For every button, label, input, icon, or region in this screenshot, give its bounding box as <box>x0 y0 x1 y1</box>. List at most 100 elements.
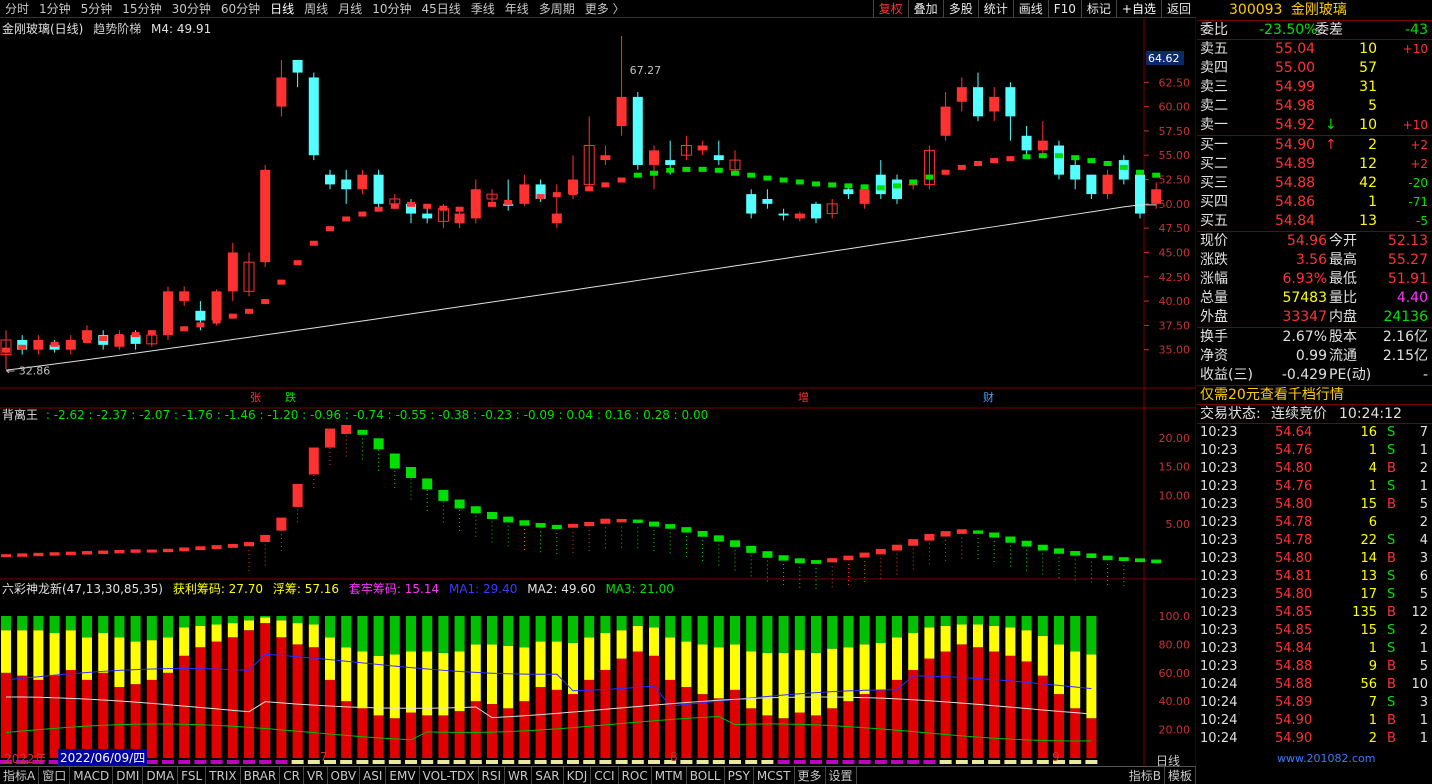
cursor-date: 2022/06/09/四 <box>58 749 148 766</box>
trapped-bar <box>778 616 789 653</box>
mid-axis-label: 15.00 <box>1159 461 1191 474</box>
tick-volume: 56 <box>1360 677 1377 692</box>
float-bar <box>827 648 838 709</box>
tick-row: 10:23 54.64 16 S 7 <box>1197 424 1432 442</box>
period-9[interactable]: 10分钟 <box>367 0 416 17</box>
stat-row: 涨幅 6.93% 最低 51.91 <box>1197 270 1432 289</box>
candle-body <box>1086 174 1097 195</box>
candle-body <box>260 169 271 263</box>
indicator-tab-16[interactable]: SAR <box>532 766 564 784</box>
trapped-bar <box>1086 616 1097 655</box>
tick-time: 10:23 <box>1200 569 1238 584</box>
indicator-tab-8[interactable]: CR <box>280 766 304 784</box>
period-3[interactable]: 15分钟 <box>117 0 166 17</box>
indicator-tab-10[interactable]: OBV <box>328 766 361 784</box>
toolbar-button-5[interactable]: F10 <box>1047 0 1081 18</box>
indicator-tab-24[interactable]: 更多 <box>795 766 826 784</box>
stat-label: PE(动) <box>1329 367 1372 383</box>
period-6[interactable]: 日线 <box>265 0 299 17</box>
mid-bar <box>179 547 190 552</box>
indicator-tab-11[interactable]: ASI <box>360 766 387 784</box>
toolbar-button-4[interactable]: 画线 <box>1012 0 1048 18</box>
mid-bar <box>989 532 1000 538</box>
tick-row: 10:23 54.78 22 S 4 <box>1197 532 1432 550</box>
indicator-tab-4[interactable]: DMA <box>143 766 179 784</box>
indicator-tab-23[interactable]: MCST <box>754 766 795 784</box>
bid-price: 54.89 <box>1275 156 1316 172</box>
promo-text[interactable]: 仅需20元查看千档行情 <box>1200 386 1344 405</box>
indicator-tab-21[interactable]: BOLL <box>687 766 725 784</box>
tick-price: 54.90 <box>1275 713 1313 728</box>
trapped-bar <box>130 616 141 642</box>
mid-bar <box>535 522 546 528</box>
trend-step <box>423 203 432 209</box>
indicator-tab-25[interactable]: 设置 <box>826 766 857 784</box>
tick-list[interactable]: 10:23 54.64 16 S 7 10:23 54.76 1 S 1 10:23 54.80 4 B 2… <box>1197 424 1432 748</box>
indicator-tab-1[interactable]: 窗口 <box>39 766 71 784</box>
toolbar-button-0[interactable]: 复权 <box>872 0 908 18</box>
tabbar-right-1[interactable]: 模板 <box>1165 766 1196 784</box>
indicator-name[interactable]: 趋势阶梯 <box>93 22 141 36</box>
ask-price: 54.99 <box>1275 79 1316 95</box>
tick-time: 10:24 <box>1200 713 1238 728</box>
toolbar-button-6[interactable]: 标记 <box>1080 0 1116 18</box>
indicator-tab-2[interactable]: MACD <box>70 766 114 784</box>
low-indicator-name[interactable]: 六彩神龙新(47,13,30,85,35) <box>2 582 163 596</box>
indicator-tab-9[interactable]: VR <box>304 766 328 784</box>
mid-bar <box>908 539 919 546</box>
toolbar-button-2[interactable]: 多股 <box>942 0 978 18</box>
mid-indicator-name[interactable]: 背离王 <box>2 408 38 422</box>
period-4[interactable]: 30分钟 <box>167 0 216 17</box>
indicator-tab-22[interactable]: PSY <box>725 766 754 784</box>
watermark-text: www.201082.com <box>1277 752 1376 765</box>
period-2[interactable]: 5分钟 <box>76 0 118 17</box>
indicator-tab-12[interactable]: EMV <box>386 766 420 784</box>
period-10[interactable]: 45日线 <box>416 0 465 17</box>
toolbar-button-8[interactable]: 返回 <box>1160 0 1196 18</box>
indicator-tab-3[interactable]: DMI <box>113 766 144 784</box>
indicator-tab-18[interactable]: CCI <box>591 766 619 784</box>
low-axis-label: 60.00 <box>1159 667 1191 680</box>
trend-step <box>909 179 918 185</box>
tick-count: 2 <box>1419 515 1428 530</box>
period-7[interactable]: 周线 <box>299 0 333 17</box>
toolbar-button-3[interactable]: 统计 <box>977 0 1013 18</box>
float-bar <box>487 644 497 705</box>
indicator-tab-14[interactable]: RSI <box>479 766 506 784</box>
tabbar-right-0[interactable]: 指标B <box>1126 766 1165 784</box>
period-1[interactable]: 1分钟 <box>34 0 76 17</box>
indicator-tab-17[interactable]: KDJ <box>564 766 592 784</box>
candle-body <box>179 291 190 302</box>
tick-volume: 15 <box>1360 497 1377 512</box>
promo-link[interactable]: 仅需20元查看千档行情 <box>1197 386 1432 405</box>
indicator-tab-13[interactable]: VOL-TDX <box>420 766 479 784</box>
period-12[interactable]: 年线 <box>500 0 534 17</box>
tick-count: 5 <box>1419 497 1428 512</box>
trapped-bar <box>357 616 368 652</box>
float-bar <box>308 624 319 648</box>
indicator-tab-7[interactable]: BRAR <box>241 766 281 784</box>
indicator-tab-20[interactable]: MTM <box>652 766 687 784</box>
indicator-tab-0[interactable]: 指标A <box>0 766 40 784</box>
stat-label: 换手 <box>1200 329 1228 345</box>
indicator-tab-6[interactable]: TRIX <box>206 766 241 784</box>
period-14[interactable]: 更多 〉 <box>580 0 630 17</box>
indicator-tab-5[interactable]: FSL <box>178 766 207 784</box>
period-11[interactable]: 季线 <box>466 0 500 17</box>
float-bar <box>292 623 303 645</box>
period-5[interactable]: 60分钟 <box>216 0 265 17</box>
period-0[interactable]: 分时 <box>0 0 34 17</box>
chart-area[interactable]: 62.50 60.00 57.50 55.00 52.50 50.00 47.50 45.00… <box>0 18 1196 766</box>
indicator-tab-15[interactable]: WR <box>505 766 533 784</box>
toolbar-button-7[interactable]: +自选 <box>1115 0 1161 18</box>
float-bar <box>989 625 1000 652</box>
indicator-tab-19[interactable]: ROC <box>619 766 652 784</box>
period-13[interactable]: 多周期 <box>534 0 580 17</box>
trapped-bar <box>276 616 287 621</box>
stat-label: 今开 <box>1329 233 1357 249</box>
toolbar-button-1[interactable]: 叠加 <box>907 0 943 18</box>
float-bar <box>794 650 805 713</box>
period-8[interactable]: 月线 <box>333 0 367 17</box>
float-bar <box>746 651 757 709</box>
candle-body <box>956 87 967 102</box>
